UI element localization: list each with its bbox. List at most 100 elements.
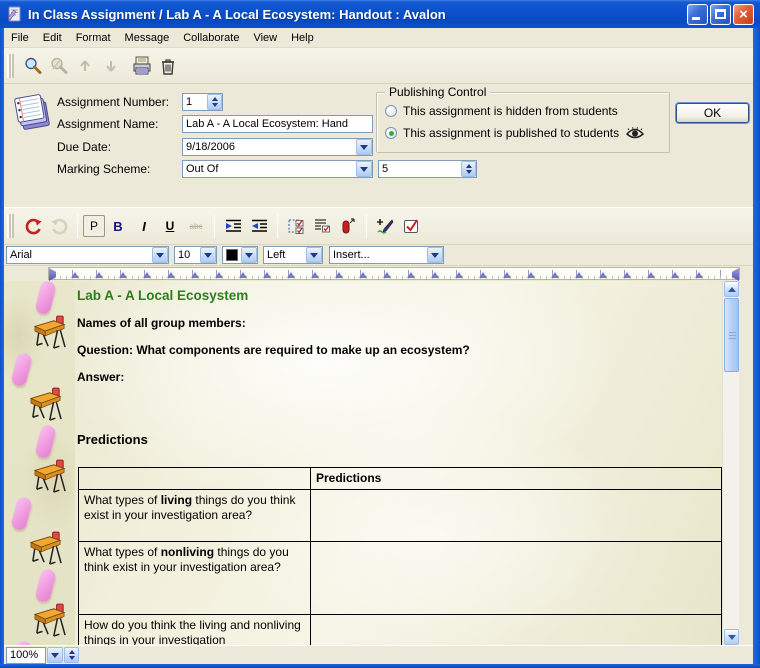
toolbar-grip[interactable]	[7, 54, 14, 78]
menu-file[interactable]: File	[4, 30, 36, 46]
answer-cell[interactable]	[311, 490, 722, 542]
alignment-drop-button[interactable]	[306, 247, 322, 263]
menu-view[interactable]: View	[246, 30, 284, 46]
font-size-dropdown[interactable]: 10	[174, 246, 217, 264]
due-date-drop-button[interactable]	[356, 139, 372, 155]
close-icon: ×	[734, 5, 753, 24]
tab-stop-marker[interactable]	[431, 272, 439, 278]
font-size-drop-button[interactable]	[200, 247, 216, 263]
vertical-scrollbar[interactable]	[722, 281, 739, 645]
tab-stop-marker[interactable]	[143, 272, 151, 278]
tab-stop-marker[interactable]	[263, 272, 271, 278]
alignment-value: Left	[267, 249, 304, 261]
font-color-dropdown[interactable]	[222, 246, 258, 264]
close-button[interactable]: ×	[733, 4, 754, 25]
insert-dropdown[interactable]: Insert...	[329, 246, 444, 264]
assignment-number-spinner[interactable]: 1	[182, 93, 223, 111]
assignment-form: Assignment Number: 1 Assignment Name: La…	[4, 84, 753, 207]
answer-cell[interactable]	[311, 615, 722, 646]
tab-stop-marker[interactable]	[503, 272, 511, 278]
underline-button[interactable]: U	[158, 214, 182, 238]
tab-stop-marker[interactable]	[551, 272, 559, 278]
tab-stop-marker[interactable]	[71, 272, 79, 278]
tab-stop-marker[interactable]	[311, 272, 319, 278]
ruler-track[interactable]	[48, 267, 740, 280]
scroll-up-button[interactable]	[724, 281, 739, 297]
minimize-button[interactable]	[687, 4, 708, 25]
font-family-dropdown[interactable]: Arial	[6, 246, 169, 264]
assignment-number-spin-buttons[interactable]	[207, 94, 222, 110]
outdent-button[interactable]	[247, 214, 271, 238]
zoom-spin-buttons[interactable]	[64, 647, 79, 663]
bold-button[interactable]: B	[106, 214, 130, 238]
zoom-button[interactable]	[21, 54, 45, 78]
radio-published-circle[interactable]	[385, 127, 397, 139]
insert-field-button[interactable]	[336, 214, 360, 238]
marking-scheme-drop-button[interactable]	[356, 161, 372, 177]
assignment-name-input[interactable]: Lab A - A Local Ecosystem: Hand	[182, 115, 373, 133]
menu-edit[interactable]: Edit	[36, 30, 69, 46]
tab-stop-marker[interactable]	[287, 272, 295, 278]
zoom-control[interactable]: 100%	[6, 647, 79, 664]
italic-button[interactable]: I	[132, 214, 156, 238]
tab-stop-marker[interactable]	[407, 272, 415, 278]
menu-message[interactable]: Message	[118, 30, 177, 46]
marking-out-of-spinner[interactable]: 5	[378, 160, 477, 178]
scrollbar-thumb[interactable]	[724, 298, 739, 372]
editor-toolbar-grip[interactable]	[7, 214, 14, 238]
right-indent-marker[interactable]	[732, 268, 739, 281]
tab-stop-marker[interactable]	[695, 272, 703, 278]
tab-stop-marker[interactable]	[359, 272, 367, 278]
radio-published-option[interactable]: This assignment is published to students	[385, 126, 645, 140]
tab-stop-marker[interactable]	[95, 272, 103, 278]
left-indent-marker[interactable]	[49, 268, 56, 281]
marking-out-of-spin-buttons[interactable]	[461, 161, 476, 177]
tab-stop-marker[interactable]	[383, 272, 391, 278]
tab-stop-marker[interactable]	[215, 272, 223, 278]
font-color-swatch	[226, 249, 238, 261]
print-button[interactable]	[130, 54, 154, 78]
field-list-button[interactable]	[310, 214, 334, 238]
undo-button[interactable]	[21, 214, 45, 238]
tab-stop-marker[interactable]	[623, 272, 631, 278]
tab-stop-marker[interactable]	[479, 272, 487, 278]
tab-stop-marker[interactable]	[647, 272, 655, 278]
radio-hidden-circle[interactable]	[385, 105, 397, 117]
scroll-down-button[interactable]	[724, 629, 739, 645]
tab-stop-marker[interactable]	[527, 272, 535, 278]
delete-button[interactable]	[156, 54, 180, 78]
insert-drop-button[interactable]	[427, 247, 443, 263]
tab-stop-marker[interactable]	[335, 272, 343, 278]
margin-decorations	[4, 281, 75, 645]
zoom-value[interactable]: 100%	[6, 647, 46, 664]
redo-icon	[50, 217, 69, 236]
tab-stop-marker[interactable]	[575, 272, 583, 278]
font-family-drop-button[interactable]	[152, 247, 168, 263]
document-area[interactable]: Lab A - A Local Ecosystem Names of all g…	[4, 281, 722, 645]
ok-button[interactable]: OK	[676, 103, 749, 123]
due-date-dropdown[interactable]: 9/18/2006	[182, 138, 373, 156]
menu-collaborate[interactable]: Collaborate	[176, 30, 246, 46]
tab-stop-marker[interactable]	[671, 272, 679, 278]
tab-stop-marker[interactable]	[191, 272, 199, 278]
tab-stop-marker[interactable]	[119, 272, 127, 278]
tab-stop-marker[interactable]	[599, 272, 607, 278]
menu-format[interactable]: Format	[69, 30, 118, 46]
tab-stop-marker[interactable]	[455, 272, 463, 278]
paragraph-style-button[interactable]: P	[83, 215, 105, 237]
maximize-button[interactable]	[710, 4, 731, 25]
tab-stop-marker[interactable]	[239, 272, 247, 278]
marking-scheme-dropdown[interactable]: Out Of	[182, 160, 373, 178]
chevron-down-icon	[360, 145, 368, 150]
indent-button[interactable]	[221, 214, 245, 238]
menu-help[interactable]: Help	[284, 30, 321, 46]
alignment-dropdown[interactable]: Left	[263, 246, 323, 264]
select-fields-button[interactable]	[284, 214, 308, 238]
radio-hidden-option[interactable]: This assignment is hidden from students	[385, 104, 618, 118]
answer-cell[interactable]	[311, 542, 722, 615]
tab-stop-marker[interactable]	[167, 272, 175, 278]
zoom-drop-button[interactable]	[47, 647, 63, 663]
font-color-drop-button[interactable]	[241, 247, 257, 263]
spellcheck-button[interactable]	[399, 214, 423, 238]
add-annotation-button[interactable]	[373, 214, 397, 238]
